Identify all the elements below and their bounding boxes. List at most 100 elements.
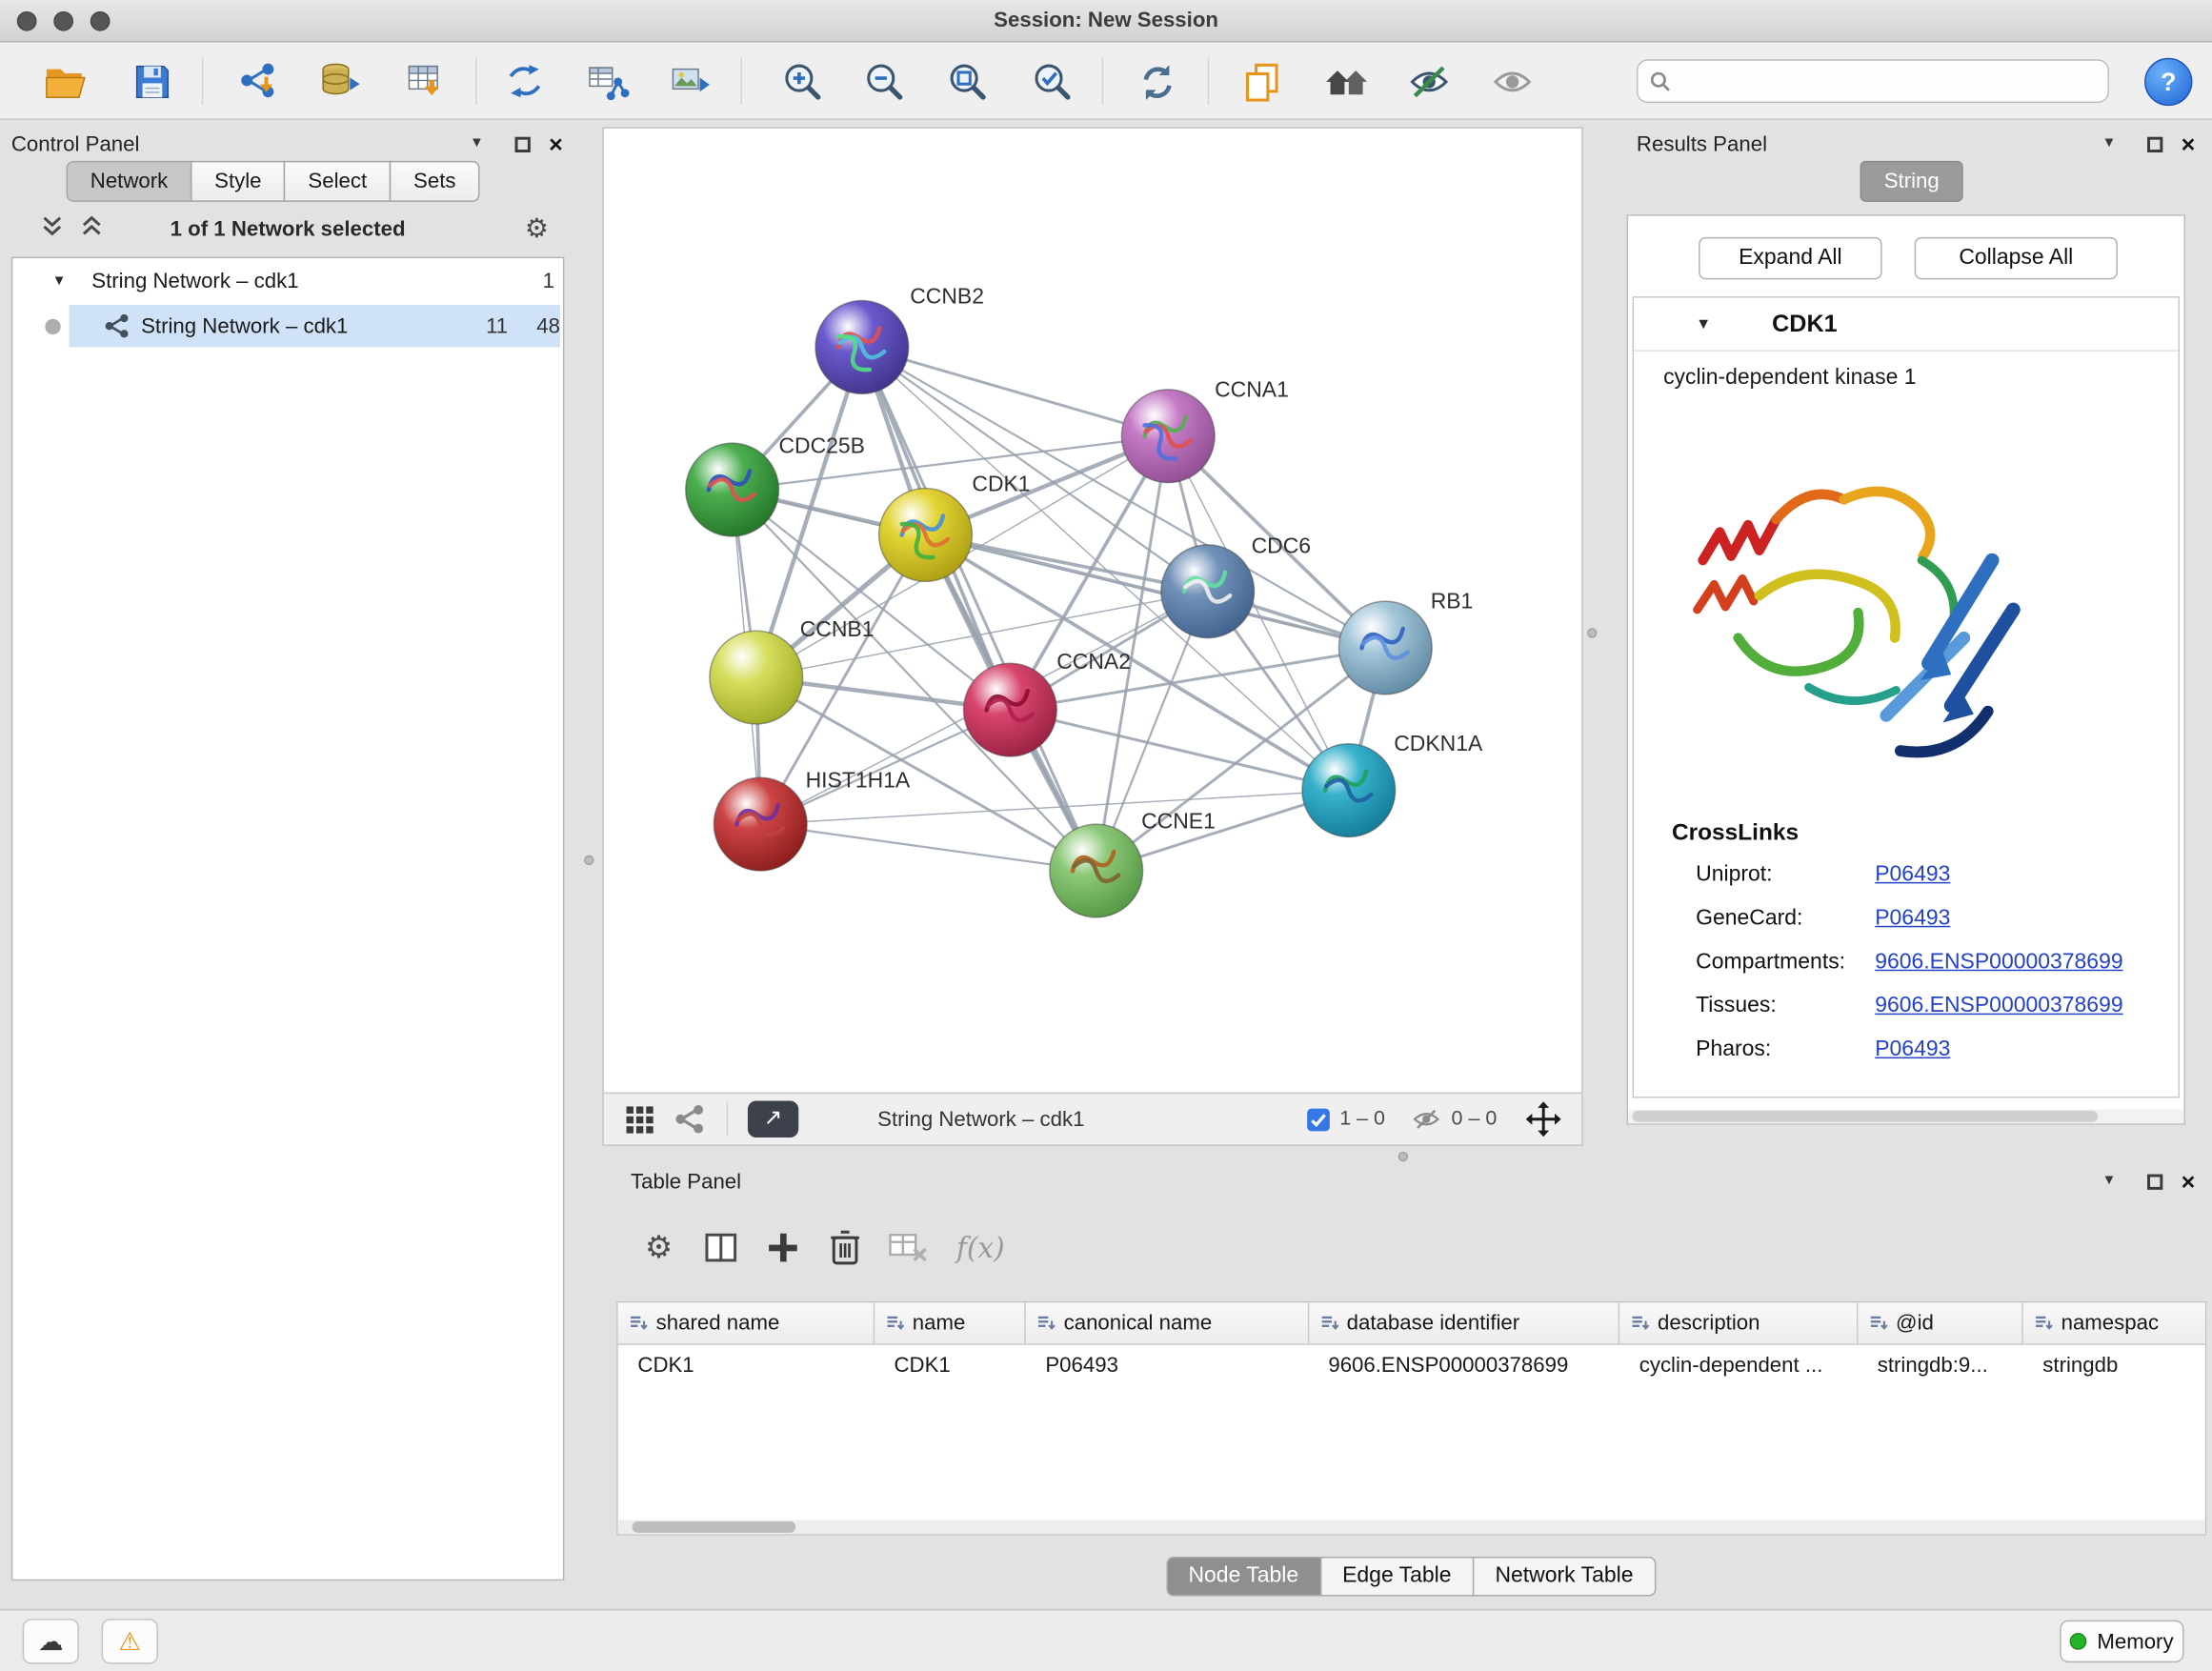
hide-selected-button[interactable] xyxy=(1401,55,1458,109)
string-results-box: Expand All Collapse All ▼ CDK1 cyclin-de… xyxy=(1627,214,2185,1125)
crosslink-value-pharos[interactable]: P06493 xyxy=(1875,1037,1950,1081)
function-builder-button[interactable]: f(x) xyxy=(938,1217,1023,1278)
cell-database-identifier[interactable]: 9606.ENSP00000378699 xyxy=(1309,1353,1619,1377)
column-header-id[interactable]: @id xyxy=(1858,1302,2023,1343)
warning-icon[interactable]: ⚠ xyxy=(102,1619,158,1663)
column-header-name[interactable]: name xyxy=(875,1302,1026,1343)
tab-style[interactable]: Style xyxy=(191,161,286,202)
column-header-database-identifier[interactable]: database identifier xyxy=(1309,1302,1619,1343)
show-all-button[interactable] xyxy=(1484,55,1540,109)
gear-icon[interactable]: ⚙ xyxy=(525,212,549,245)
open-session-button[interactable] xyxy=(38,55,94,109)
help-button[interactable]: ? xyxy=(2144,58,2192,106)
tab-select[interactable]: Select xyxy=(284,161,391,202)
export-image-button[interactable] xyxy=(663,55,719,109)
column-sort-icon xyxy=(630,1314,648,1332)
scrollbar-thumb[interactable] xyxy=(632,1521,795,1533)
results-horizontal-scrollbar[interactable] xyxy=(1628,1109,2184,1123)
string-results-tab[interactable]: String xyxy=(1860,161,1963,202)
zoom-in-button[interactable] xyxy=(774,55,830,109)
cell-canonical-name[interactable]: P06493 xyxy=(1026,1353,1309,1377)
column-header-canonical-name[interactable]: canonical name xyxy=(1026,1302,1309,1343)
tab-node-table[interactable]: Node Table xyxy=(1166,1557,1321,1596)
network-canvas[interactable]: CCNB2CCNA1CDC25BCDK1CDC6RB1CCNB1CCNA2CDK… xyxy=(604,129,1581,1093)
svg-text:HIST1H1A: HIST1H1A xyxy=(806,768,911,793)
crosslink-value-compartments[interactable]: 9606.ENSP00000378699 xyxy=(1875,950,2122,994)
cell-description[interactable]: cyclin-dependent ... xyxy=(1619,1353,1858,1377)
import-database-button[interactable] xyxy=(312,55,368,109)
toolbar-separator xyxy=(202,58,203,105)
panel-menu-icon[interactable]: ▼ xyxy=(2102,137,2117,151)
collapse-all-button[interactable]: Collapse All xyxy=(1915,237,2118,279)
network-view[interactable]: CCNB2CCNA1CDC25BCDK1CDC6RB1CCNB1CCNA2CDK… xyxy=(602,127,1582,1146)
float-panel-icon[interactable] xyxy=(2147,136,2162,151)
columns-icon xyxy=(703,1229,740,1266)
tab-sets[interactable]: Sets xyxy=(390,161,480,202)
crosslink-value-uniprot[interactable]: P06493 xyxy=(1875,862,1950,906)
image-export-icon xyxy=(669,59,714,104)
table-settings-gear-icon[interactable]: ⚙ xyxy=(628,1217,690,1278)
select-columns-button[interactable] xyxy=(690,1217,752,1278)
save-session-button[interactable] xyxy=(124,55,180,109)
selected-checkbox-icon[interactable] xyxy=(1306,1107,1330,1131)
search-input[interactable] xyxy=(1680,70,2076,92)
add-column-button[interactable] xyxy=(752,1217,814,1278)
copy-document-button[interactable] xyxy=(1233,55,1289,109)
float-panel-icon[interactable] xyxy=(515,136,531,151)
node-table: shared name name canonical name database… xyxy=(616,1301,2206,1536)
gene-section-header[interactable]: ▼ CDK1 xyxy=(1634,298,2179,352)
memory-button[interactable]: Memory xyxy=(2060,1621,2183,1662)
birds-eye-view-icon[interactable] xyxy=(627,1106,654,1133)
section-expander-icon[interactable]: ▼ xyxy=(1696,315,1711,332)
column-header-description[interactable]: description xyxy=(1619,1302,1858,1343)
crosslink-value-genecard[interactable]: P06493 xyxy=(1875,906,1950,950)
open-folder-icon xyxy=(42,61,90,103)
network-row[interactable]: String Network – cdk1 11 48 xyxy=(12,304,563,349)
hidden-eye-icon[interactable] xyxy=(1411,1103,1442,1135)
delete-column-button[interactable] xyxy=(814,1217,876,1278)
splitter-handle[interactable] xyxy=(584,856,593,865)
toolbar-search[interactable] xyxy=(1637,59,2109,103)
network-from-table-button[interactable] xyxy=(580,55,636,109)
cloud-icon[interactable]: ☁ xyxy=(23,1619,79,1663)
scrollbar-thumb[interactable] xyxy=(1632,1111,2098,1122)
column-header-shared-name[interactable]: shared name xyxy=(618,1302,875,1343)
import-table-button[interactable] xyxy=(398,55,454,109)
cell-name[interactable]: CDK1 xyxy=(875,1353,1026,1377)
close-panel-icon[interactable]: × xyxy=(549,132,563,156)
home-view-button[interactable] xyxy=(1317,55,1374,109)
refresh-icon xyxy=(1135,60,1178,104)
cell-id[interactable]: stringdb:9... xyxy=(1858,1353,2023,1377)
import-network-button[interactable] xyxy=(231,55,288,109)
cell-namespace[interactable]: stringdb xyxy=(2023,1353,2205,1377)
table-row[interactable]: CDK1 CDK1 P06493 9606.ENSP00000378699 cy… xyxy=(618,1345,2205,1384)
zoom-selected-button[interactable] xyxy=(1023,55,1079,109)
close-panel-icon[interactable]: × xyxy=(2182,1169,2196,1193)
float-panel-icon[interactable] xyxy=(2147,1174,2162,1189)
close-panel-icon[interactable]: × xyxy=(2182,132,2196,156)
network-collection-row[interactable]: ▼ String Network – cdk1 1 xyxy=(12,258,563,303)
tab-edge-table[interactable]: Edge Table xyxy=(1319,1557,1474,1596)
tree-expander-icon[interactable]: ▼ xyxy=(52,273,67,289)
expand-all-button[interactable]: Expand All xyxy=(1699,237,1882,279)
svg-text:CDC6: CDC6 xyxy=(1252,534,1311,558)
delete-table-button[interactable] xyxy=(876,1217,938,1278)
crosslink-value-tissues[interactable]: 9606.ENSP00000378699 xyxy=(1875,994,2122,1037)
cell-shared-name[interactable]: CDK1 xyxy=(618,1353,875,1377)
tab-network-table[interactable]: Network Table xyxy=(1473,1557,1656,1596)
panel-menu-icon[interactable]: ▼ xyxy=(470,137,484,151)
zoom-fit-icon xyxy=(945,60,989,104)
table-horizontal-scrollbar[interactable] xyxy=(618,1520,2205,1534)
splitter-handle[interactable] xyxy=(1587,628,1597,637)
panel-menu-icon[interactable]: ▼ xyxy=(2102,1175,2117,1189)
new-network-button[interactable] xyxy=(496,55,553,109)
apply-layout-button[interactable] xyxy=(1129,55,1185,109)
column-header-namespace[interactable]: namespac xyxy=(2023,1302,2205,1343)
open-in-window-button[interactable]: ↗ xyxy=(748,1101,798,1138)
splitter-handle[interactable] xyxy=(1398,1152,1408,1161)
zoom-fit-button[interactable] xyxy=(938,55,995,109)
zoom-out-button[interactable] xyxy=(855,55,911,109)
network-overview-icon[interactable] xyxy=(673,1102,707,1137)
pan-crosshair-icon[interactable] xyxy=(1525,1101,1562,1138)
tab-network[interactable]: Network xyxy=(67,161,192,202)
